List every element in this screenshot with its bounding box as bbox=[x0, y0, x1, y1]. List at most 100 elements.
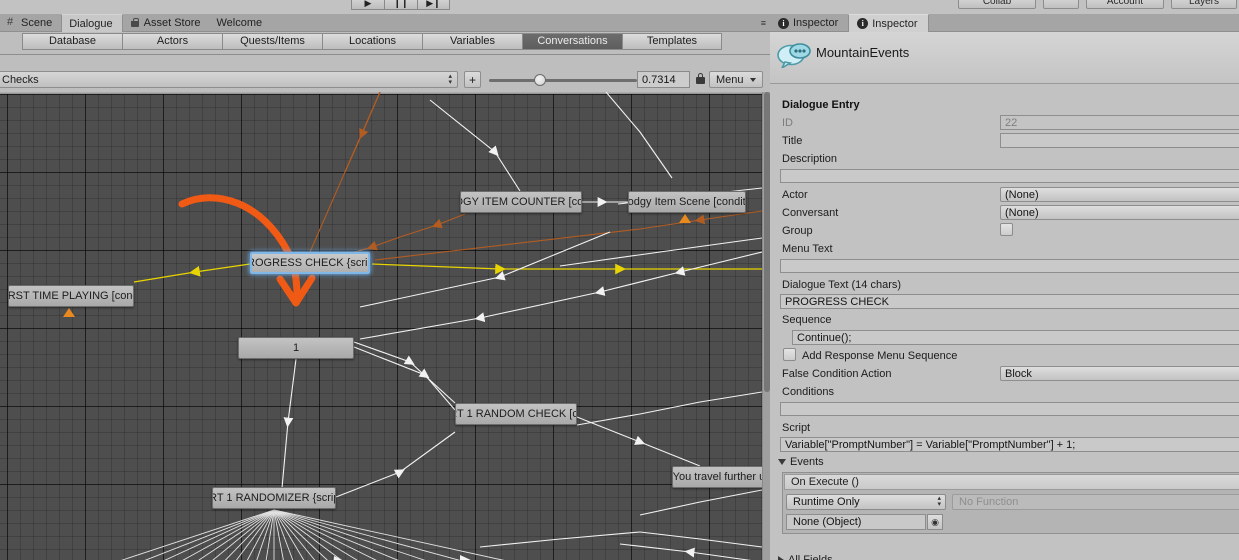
annotation-arrow bbox=[178, 194, 316, 307]
play-button[interactable]: ▶ bbox=[351, 0, 384, 10]
info-icon: i bbox=[778, 17, 789, 29]
window-tab-asset-store[interactable]: Asset Store bbox=[123, 14, 210, 32]
label-actor: Actor bbox=[782, 189, 808, 201]
asset-title: MountainEvents bbox=[816, 45, 910, 60]
tab-templates[interactable]: Templates bbox=[622, 32, 722, 50]
node-link-layer bbox=[121, 92, 762, 560]
node-part1-randomizer[interactable]: ART 1 RANDOMIZER {script} bbox=[212, 487, 336, 509]
field-false-condition-action[interactable]: Block bbox=[1000, 366, 1239, 381]
canvas-vertical-scrollbar[interactable] bbox=[762, 92, 770, 560]
label-script: Script bbox=[782, 422, 811, 434]
tab-variables[interactable]: Variables bbox=[422, 32, 522, 50]
node-label: 1 bbox=[292, 342, 300, 354]
lock-icon[interactable] bbox=[696, 73, 705, 84]
field-conditions[interactable] bbox=[780, 402, 1239, 416]
checkbox-group[interactable] bbox=[1000, 223, 1013, 236]
unity-editor-window: ▶ ❙❙ ▶❙ Collab Account Layers Scene Dial… bbox=[0, 0, 1239, 560]
node-part1-random-check[interactable]: ART 1 RANDOM CHECK [con bbox=[455, 403, 577, 425]
checkbox-add-response-menu-sequence[interactable] bbox=[783, 348, 796, 361]
label-false-condition-action: False Condition Action bbox=[782, 368, 892, 380]
field-conversant[interactable]: (None) bbox=[1000, 205, 1239, 220]
zoom-slider-handle[interactable] bbox=[534, 74, 546, 86]
menu-button[interactable]: Menu bbox=[709, 71, 763, 88]
play-icon: ▶ bbox=[364, 0, 372, 8]
dialogue-editor-panel: Scene Dialogue Asset Store Welcome ≡ Dat… bbox=[0, 14, 770, 560]
zoom-slider[interactable] bbox=[489, 74, 637, 86]
section-title-dialogue-entry: Dialogue Entry bbox=[782, 99, 860, 111]
layers-button[interactable]: Layers bbox=[1171, 0, 1237, 9]
label-add-response-menu-sequence: Add Response Menu Sequence bbox=[802, 350, 958, 362]
tab-quests-items[interactable]: Quests/Items bbox=[222, 32, 322, 50]
tab-inspector-1[interactable]: i Inspector bbox=[770, 14, 848, 32]
window-tab-scene[interactable]: Scene bbox=[0, 14, 61, 32]
event-call-mode-value: Runtime Only bbox=[793, 496, 860, 508]
event-call-mode-select[interactable]: Runtime Only ▴ ▾ bbox=[786, 494, 946, 510]
field-menu-text[interactable] bbox=[780, 259, 1239, 273]
foldout-all-fields[interactable]: All Fields bbox=[778, 554, 833, 560]
label-description: Description bbox=[782, 153, 838, 165]
pause-icon: ❙❙ bbox=[393, 0, 409, 8]
tab-database[interactable]: Database bbox=[22, 32, 122, 50]
inspector-panel: i Inspector i Inspector MountainEvents D… bbox=[770, 14, 1239, 560]
info-icon: i bbox=[857, 18, 869, 29]
event-function-select[interactable]: No Function bbox=[952, 494, 1239, 510]
inspector-tab-strip: i Inspector i Inspector bbox=[770, 14, 1239, 32]
step-button[interactable]: ▶❙ bbox=[417, 0, 450, 10]
conversation-node-canvas[interactable]: PROGRESS CHECK {script} FIRST TIME PLAYI… bbox=[0, 92, 762, 560]
pause-button[interactable]: ❙❙ bbox=[384, 0, 417, 10]
tab-inspector-2[interactable]: i Inspector bbox=[848, 14, 929, 32]
conversation-toolbar: Checks ▴ ▾ + 0.7314 Menu bbox=[0, 68, 770, 92]
node-dodgy-item-counter[interactable]: ODGY ITEM COUNTER [cond bbox=[460, 191, 582, 213]
node-label: ODGY ITEM COUNTER [cond bbox=[461, 196, 581, 208]
chevron-updown-icon: ▴ ▾ bbox=[448, 73, 452, 86]
field-dialogue-text[interactable]: PROGRESS CHECK bbox=[780, 294, 1239, 309]
add-conversation-button[interactable]: + bbox=[464, 71, 481, 88]
field-title[interactable] bbox=[1000, 133, 1239, 148]
category-tab-row: Database Actors Quests/Items Locations V… bbox=[0, 32, 770, 50]
tab-conversations[interactable]: Conversations bbox=[522, 32, 622, 50]
step-icon: ▶❙ bbox=[426, 0, 441, 8]
field-script[interactable]: Variable["PromptNumber"] = Variable["Pro… bbox=[780, 437, 1239, 452]
node-one[interactable]: 1 bbox=[238, 337, 354, 359]
window-tab-welcome-label: Welcome bbox=[216, 17, 263, 29]
window-tab-welcome[interactable]: Welcome bbox=[209, 14, 271, 32]
tab-locations[interactable]: Locations bbox=[322, 32, 422, 50]
node-first-time-playing[interactable]: FIRST TIME PLAYING [condit bbox=[8, 285, 134, 307]
account-button[interactable]: Account bbox=[1086, 0, 1164, 9]
field-actor[interactable]: (None) bbox=[1000, 187, 1239, 202]
conversation-select-value: Checks bbox=[2, 73, 39, 86]
field-id: 22 bbox=[1000, 115, 1239, 130]
conversation-select[interactable]: Checks ▴ ▾ bbox=[0, 71, 458, 88]
foldout-events[interactable]: Events bbox=[778, 456, 824, 468]
cloud-button[interactable] bbox=[1043, 0, 1079, 9]
field-description[interactable] bbox=[780, 169, 1239, 183]
node-progress-check[interactable]: PROGRESS CHECK {script} bbox=[250, 252, 370, 274]
label-sequence: Sequence bbox=[782, 314, 832, 326]
label-group: Group bbox=[782, 225, 813, 237]
node-label: PROGRESS CHECK {script} bbox=[252, 257, 368, 269]
label-title: Title bbox=[782, 135, 803, 147]
node-dodgy-item-scene[interactable]: Dodgy Item Scene [conditio bbox=[628, 191, 746, 213]
collab-button[interactable]: Collab bbox=[958, 0, 1036, 9]
node-label: ART 1 RANDOM CHECK [con bbox=[456, 408, 577, 420]
event-object-field[interactable]: None (Object) bbox=[786, 514, 926, 530]
zoom-value-input[interactable]: 0.7314 bbox=[637, 71, 690, 88]
node-label: You travel further up bbox=[672, 471, 762, 483]
inspector-asset-header: MountainEvents bbox=[770, 32, 1239, 84]
node-you-travel-further-up[interactable]: You travel further up bbox=[672, 466, 762, 488]
cart-icon bbox=[130, 17, 141, 29]
node-label: FIRST TIME PLAYING [condit bbox=[8, 290, 133, 302]
tab-actors[interactable]: Actors bbox=[122, 32, 222, 50]
tab-inspector-2-label: Inspector bbox=[872, 17, 918, 30]
window-options-icon[interactable]: ≡ bbox=[761, 18, 766, 28]
triangle-right-icon bbox=[778, 556, 784, 560]
field-sequence[interactable]: Continue(); bbox=[792, 330, 1239, 345]
window-tab-scene-label: Scene bbox=[21, 17, 53, 29]
event-object-picker-button[interactable]: ◉ bbox=[927, 514, 943, 530]
event-on-execute-header: On Execute () bbox=[784, 474, 1239, 490]
window-tab-dialogue[interactable]: Dialogue bbox=[61, 14, 123, 32]
tab-inspector-1-label: Inspector bbox=[793, 17, 839, 29]
foldout-all-fields-label: All Fields bbox=[788, 554, 833, 560]
window-tab-strip: Scene Dialogue Asset Store Welcome ≡ bbox=[0, 14, 770, 32]
playback-controls: ▶ ❙❙ ▶❙ bbox=[351, 0, 450, 10]
